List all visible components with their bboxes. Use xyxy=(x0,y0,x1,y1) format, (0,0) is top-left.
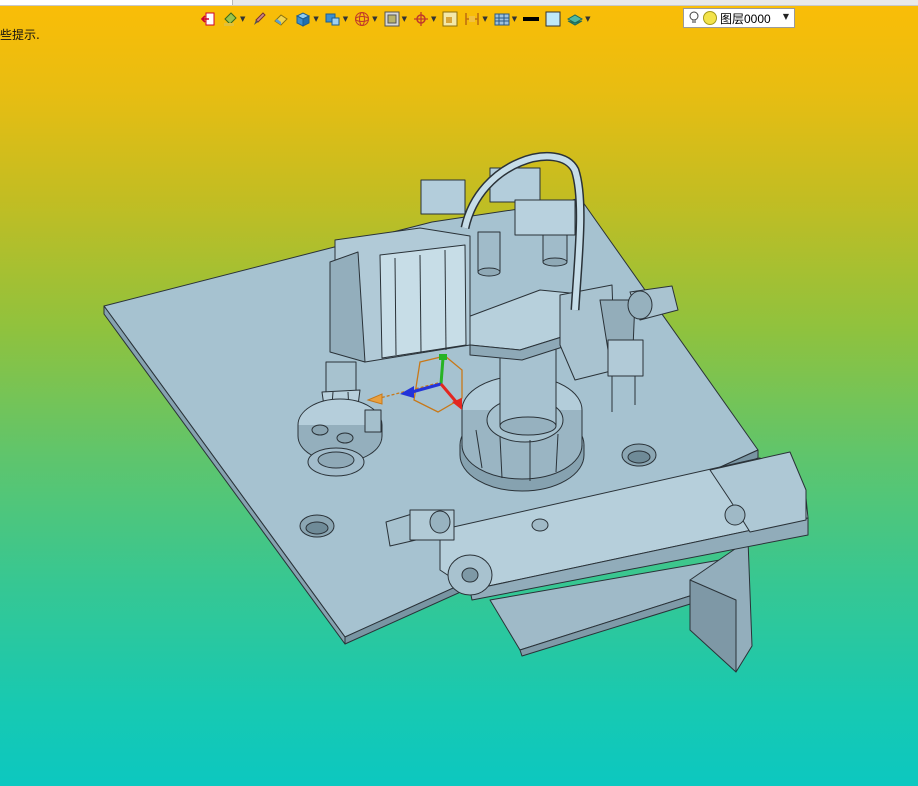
fill-color-icon xyxy=(545,11,561,27)
lightbulb-icon xyxy=(689,11,699,23)
grid-button[interactable]: ▼ xyxy=(494,8,517,30)
wireframe-sphere-icon xyxy=(355,12,370,26)
grid-icon xyxy=(494,13,510,26)
layers-button[interactable]: ▼ xyxy=(567,8,591,30)
fit-dimension-icon xyxy=(465,13,480,25)
view-frame-button[interactable]: ▼ xyxy=(384,8,407,30)
robot-arm-upper xyxy=(329,227,471,363)
table-leg xyxy=(689,539,753,673)
chevron-down-icon[interactable]: ▼ xyxy=(313,15,318,23)
chevron-down-icon[interactable]: ▼ xyxy=(240,15,245,23)
eraser-icon xyxy=(274,14,289,26)
box-select-button[interactable] xyxy=(442,8,458,30)
box-select-icon xyxy=(442,11,458,27)
chevron-down-icon[interactable]: ▼ xyxy=(783,12,789,21)
chevron-down-icon[interactable]: ▼ xyxy=(402,15,407,23)
brush-icon xyxy=(254,12,267,25)
chevron-down-icon[interactable]: ▼ xyxy=(585,15,590,23)
view-toolbar: ▼ ▼ ▼ ▼ ▼ ▼ ▼ ▼ ▼ xyxy=(200,8,597,30)
fill-color-button[interactable] xyxy=(545,8,561,30)
layers-icon xyxy=(567,14,584,26)
shaded-cube-button[interactable]: ▼ xyxy=(295,8,319,30)
plate-hole xyxy=(299,514,335,538)
chevron-down-icon[interactable]: ▼ xyxy=(482,15,487,23)
display-style-icon xyxy=(325,13,340,26)
wireframe-sphere-button[interactable]: ▼ xyxy=(354,8,378,30)
layer-name: 图层0000 xyxy=(720,11,771,26)
exit-icon xyxy=(200,12,215,26)
shaded-cube-icon xyxy=(296,12,311,27)
chevron-down-icon[interactable]: ▼ xyxy=(512,15,517,23)
chevron-down-icon[interactable]: ▼ xyxy=(372,15,377,23)
3d-viewport[interactable] xyxy=(0,0,918,786)
view-frame-icon xyxy=(384,11,400,27)
line-color-icon xyxy=(523,17,540,21)
chevron-down-icon[interactable]: ▼ xyxy=(431,15,436,23)
line-color-button[interactable] xyxy=(523,8,540,30)
hint-text: 些提示. xyxy=(0,28,40,42)
layer-status-icon xyxy=(703,11,717,25)
paint-bucket-button[interactable]: ▼ xyxy=(222,8,245,30)
eraser-button[interactable] xyxy=(273,8,289,30)
layer-select[interactable]: 图层0000 ▼ xyxy=(683,8,795,28)
exit-button[interactable] xyxy=(200,8,216,30)
paint-bucket-icon xyxy=(224,12,237,26)
chevron-down-icon[interactable]: ▼ xyxy=(343,15,348,23)
fit-dimension-button[interactable]: ▼ xyxy=(464,8,488,30)
snap-target-button[interactable]: ▼ xyxy=(413,8,436,30)
plate-hole xyxy=(621,443,657,467)
snap-target-icon xyxy=(413,12,428,26)
display-style-button[interactable]: ▼ xyxy=(325,8,348,30)
brush-button[interactable] xyxy=(251,8,267,30)
